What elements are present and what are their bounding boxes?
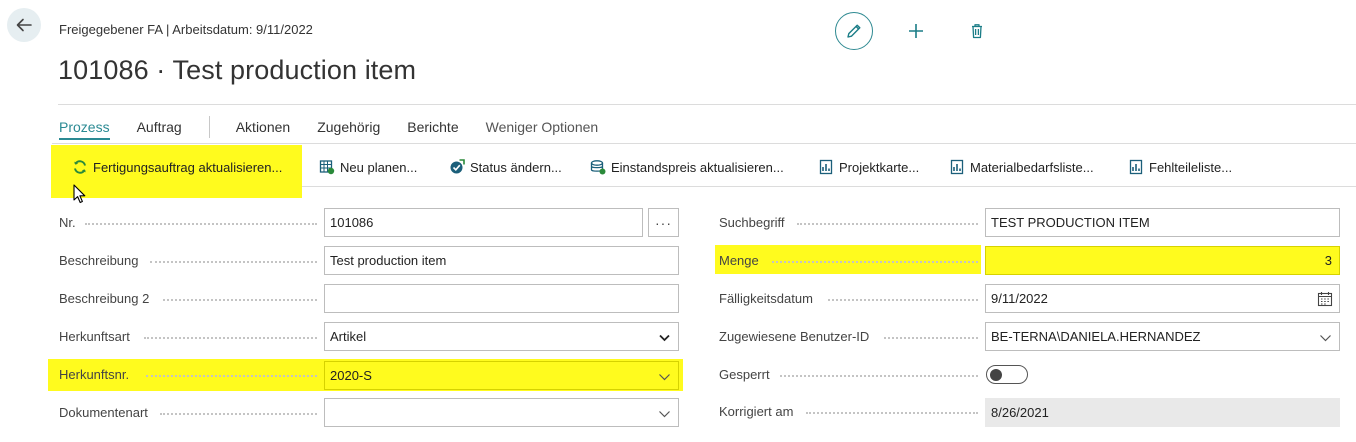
update-unit-cost-action[interactable]: Einstandspreis aktualisieren...	[590, 157, 784, 177]
field-label-korrigiert-am: Korrigiert am	[719, 404, 794, 419]
tab-weniger-optionen[interactable]: Weniger Optionen	[486, 119, 599, 135]
production-order-card: Freigegebener FA | Arbeitsdatum: 9/11/20…	[0, 0, 1356, 442]
action-label: Materialbedarfsliste...	[970, 159, 1094, 175]
label-leader	[163, 299, 317, 301]
add-button[interactable]	[897, 12, 935, 50]
edit-button[interactable]	[835, 12, 873, 50]
update-production-order-action[interactable]: Fertigungsauftrag aktualisieren...	[72, 157, 282, 177]
zugewiesene-benutzer-id-select[interactable]: BE-TERNA\DANIELA.HERNANDEZ	[985, 322, 1340, 351]
tab-aktionen[interactable]: Aktionen	[236, 119, 290, 135]
gesperrt-toggle[interactable]	[986, 365, 1028, 384]
chevron-down-icon	[1320, 335, 1331, 342]
field-label-suchbegriff: Suchbegriff	[719, 215, 785, 230]
report-icon	[950, 159, 964, 175]
chevron-down-icon	[659, 334, 670, 342]
chevron-down-icon	[659, 374, 670, 381]
tab-prozess[interactable]: Prozess	[59, 119, 110, 140]
chevron-down-icon	[659, 411, 670, 418]
action-label: Projektkarte...	[839, 159, 920, 175]
label-leader	[160, 413, 317, 415]
mouse-cursor-icon	[73, 184, 86, 204]
breadcrumb: Freigegebener FA | Arbeitsdatum: 9/11/20…	[59, 22, 313, 37]
action-tabs: Prozess Auftrag Aktionen Zugehörig Beric…	[59, 116, 625, 140]
dokumentenart-select[interactable]	[324, 398, 679, 427]
project-card-report-action[interactable]: Projektkarte...	[818, 157, 919, 177]
label-leader	[806, 412, 978, 414]
replan-icon	[319, 160, 335, 175]
report-icon	[819, 159, 833, 175]
faelligkeitsdatum-field[interactable]: 9/11/2022	[985, 284, 1340, 313]
label-leader	[884, 337, 978, 339]
action-label: Status ändern...	[470, 159, 562, 175]
label-leader	[144, 337, 317, 339]
page-title: 101086 · Test production item	[58, 55, 417, 85]
suchbegriff-field[interactable]: TEST PRODUCTION ITEM	[985, 208, 1340, 237]
pencil-icon	[847, 24, 861, 38]
field-label-nr: Nr.	[59, 215, 76, 230]
nr-field[interactable]: 101086	[324, 208, 643, 237]
field-label-faelligkeitsdatum: Fälligkeitsdatum	[719, 291, 813, 306]
shortage-list-report-action[interactable]: Fehlteileliste...	[1128, 157, 1232, 177]
herkunftsart-select[interactable]: Artikel	[324, 322, 679, 351]
label-leader	[797, 223, 978, 225]
label-leader	[780, 375, 978, 377]
action-label: Fertigungsauftrag aktualisieren...	[93, 159, 283, 175]
back-button[interactable]	[7, 8, 41, 42]
field-label-beschreibung-2: Beschreibung 2	[59, 291, 150, 306]
action-label: Fehlteileliste...	[1149, 159, 1233, 175]
date-value: 9/11/2022	[991, 291, 1048, 306]
report-icon	[1129, 159, 1143, 175]
nr-assist-button[interactable]: ···	[648, 208, 679, 237]
field-label-herkunftsnr: Herkunftsnr.	[59, 367, 130, 382]
arrow-left-icon	[16, 18, 32, 32]
field-label-dokumentenart: Dokumentenart	[59, 405, 148, 420]
tab-berichte[interactable]: Berichte	[407, 119, 458, 135]
delete-button[interactable]	[958, 12, 996, 50]
tab-separator	[208, 116, 210, 138]
tab-auftrag[interactable]: Auftrag	[137, 119, 182, 135]
replan-action[interactable]: Neu planen...	[319, 157, 417, 177]
change-status-action[interactable]: Status ändern...	[449, 157, 562, 177]
action-label: Neu planen...	[340, 159, 418, 175]
calendar-icon[interactable]	[1317, 291, 1333, 307]
toggle-knob	[990, 368, 1002, 381]
status-change-icon	[450, 159, 465, 174]
cost-update-icon	[590, 160, 606, 175]
trash-icon	[972, 24, 982, 39]
herkunftsnr-select[interactable]: 2020-S	[324, 361, 679, 390]
label-leader	[772, 261, 978, 263]
header-divider	[58, 104, 1356, 105]
label-leader	[85, 223, 317, 225]
menge-field[interactable]: 3	[985, 246, 1340, 275]
beschreibung-2-field[interactable]	[324, 284, 679, 313]
plus-icon	[909, 24, 923, 38]
beschreibung-field[interactable]: Test production item	[324, 246, 679, 275]
label-leader	[150, 261, 317, 263]
field-label-gesperrt: Gesperrt	[719, 367, 770, 382]
action-label: Einstandspreis aktualisieren...	[611, 159, 784, 175]
tab-zugehoerig[interactable]: Zugehörig	[317, 119, 380, 135]
select-value: Artikel	[330, 329, 367, 344]
field-label-zugewiesene-benutzer-id: Zugewiesene Benutzer-ID	[719, 329, 870, 344]
korrigiert-am-field: 8/26/2021	[985, 398, 1340, 427]
field-label-herkunftsart: Herkunftsart	[59, 329, 130, 344]
select-value: BE-TERNA\DANIELA.HERNANDEZ	[991, 329, 1201, 344]
field-label-beschreibung: Beschreibung	[59, 253, 139, 268]
material-requisition-report-action[interactable]: Materialbedarfsliste...	[949, 157, 1094, 177]
refresh-icon	[74, 160, 86, 174]
select-value: 2020-S	[330, 368, 372, 383]
field-label-menge: Menge	[719, 253, 759, 268]
label-leader	[146, 375, 317, 377]
label-leader	[828, 299, 978, 301]
